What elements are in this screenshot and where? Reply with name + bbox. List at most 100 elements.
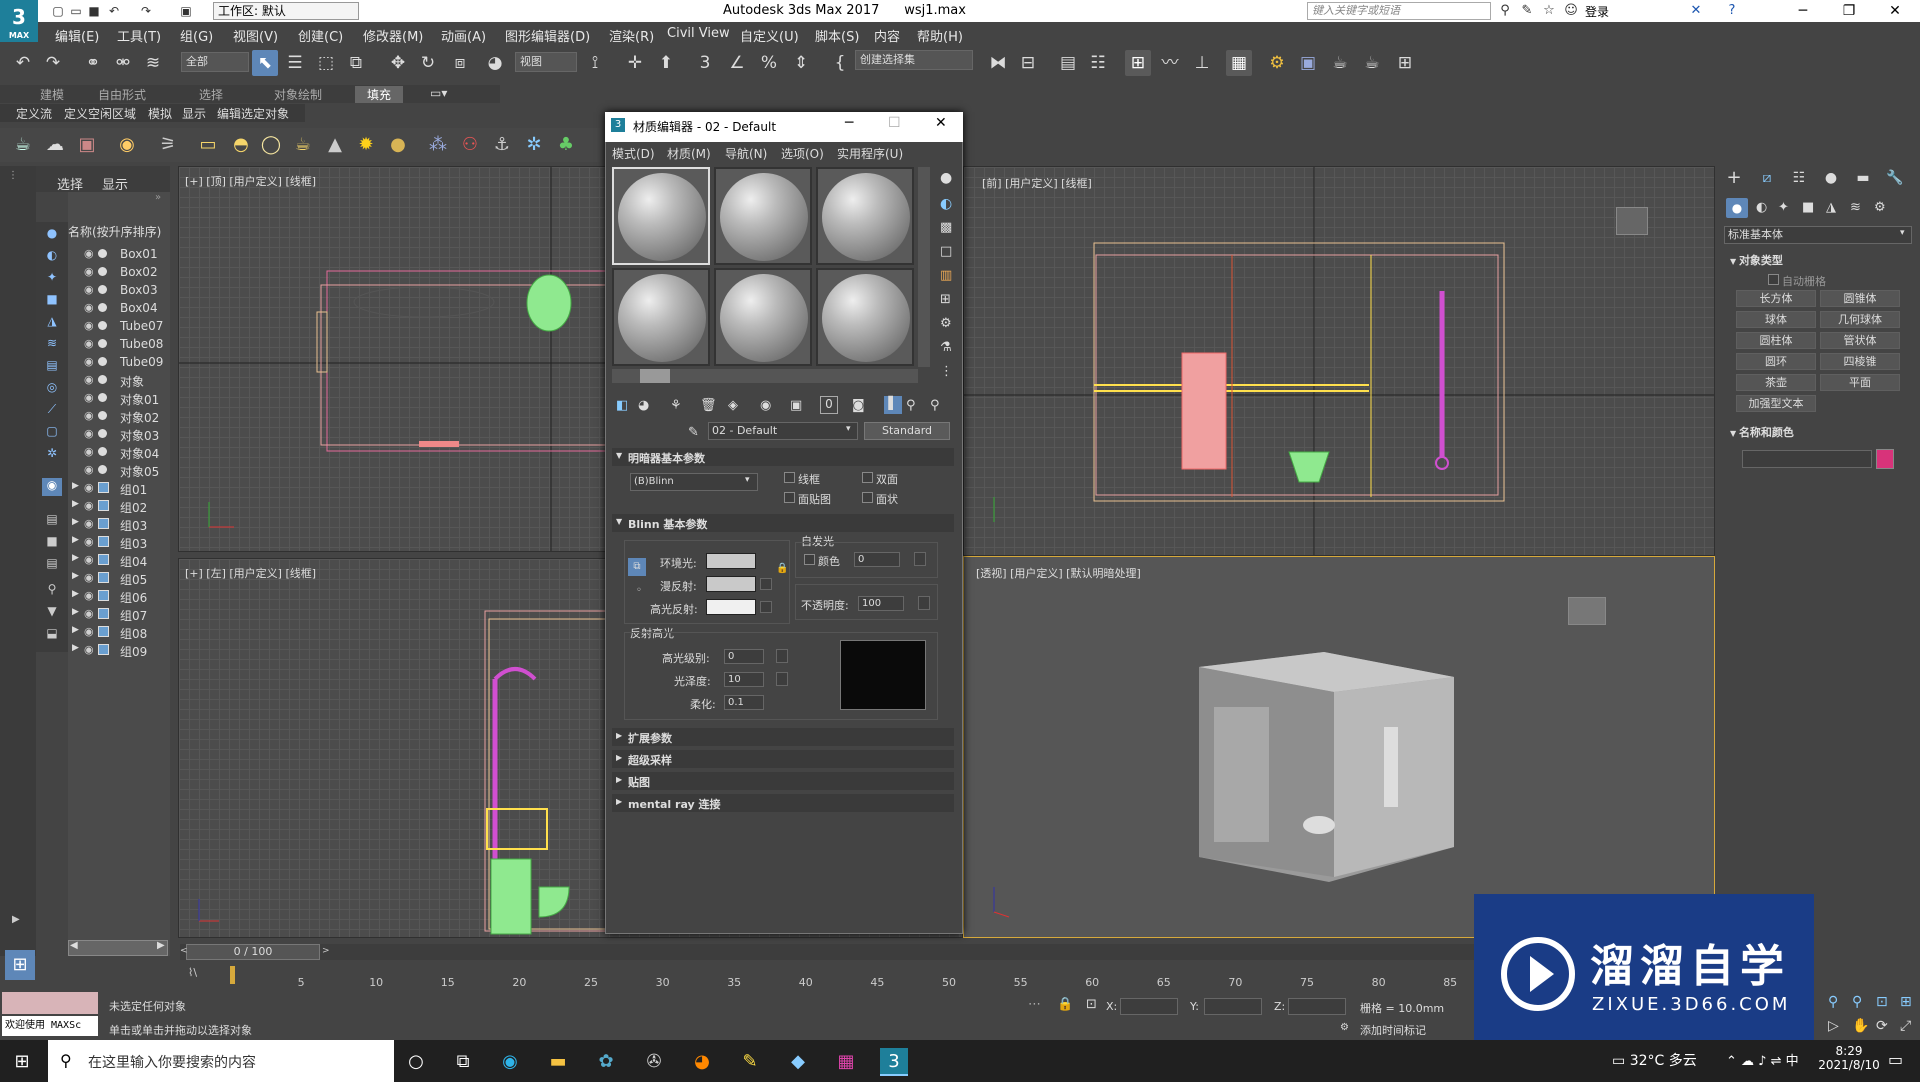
expand-arrow-icon[interactable]: ▶ [72, 553, 79, 563]
app-icon[interactable]: ✿ [592, 1048, 620, 1076]
expand-arrow-icon[interactable]: ▶ [72, 643, 79, 653]
selection-filter[interactable]: 全部 [181, 52, 249, 72]
scene-group-row[interactable]: ▶ ◉ 组03 [68, 533, 170, 551]
opacity-value[interactable]: 100 [858, 596, 904, 611]
zoom-extents-icon[interactable]: ⊡ [1876, 994, 1888, 1010]
create-primitive-button[interactable]: 圆柱体 [1736, 332, 1816, 349]
spec-level-map-button[interactable] [776, 649, 788, 663]
category-select[interactable]: 标准基本体 [1724, 226, 1912, 244]
create-primitive-button[interactable]: 几何球体 [1820, 311, 1900, 328]
visibility-eye-icon[interactable]: ◉ [84, 571, 94, 584]
image-icon[interactable]: ▣ [74, 132, 100, 158]
star-icon[interactable]: ☆ [1540, 3, 1558, 19]
hierarchy-tab-icon[interactable]: ☷ [1787, 166, 1811, 190]
maximize-button[interactable]: ❐ [1826, 0, 1872, 22]
percent-snap-icon[interactable]: % [756, 50, 782, 76]
render-iterative-icon[interactable]: ☕ [1359, 50, 1385, 76]
app-logo[interactable]: 3 MAX [0, 0, 38, 42]
helpers-icon[interactable]: ◮ [1826, 200, 1836, 215]
tab-modeling[interactable]: 建模 [40, 86, 64, 103]
viewcube-perspective[interactable] [1568, 597, 1606, 625]
render-frame-icon[interactable]: ▣ [1295, 50, 1321, 76]
track-bar[interactable] [180, 964, 1695, 988]
self-illum-map-button[interactable] [914, 552, 926, 566]
expand-arrow-icon[interactable]: ▶ [72, 625, 79, 635]
minimize-button[interactable]: ─ [1780, 0, 1826, 22]
supersampling-rollout[interactable]: ▶ 超级采样 [612, 750, 954, 768]
pan-icon[interactable]: ✋ [1852, 1018, 1869, 1034]
get-material-icon[interactable]: ◧ [616, 398, 628, 413]
teapot-prim-icon[interactable]: ☕ [290, 132, 316, 158]
menu-script[interactable]: 脚本(S) [815, 26, 859, 45]
redo-icon[interactable]: ↷ [40, 50, 66, 76]
display-button[interactable]: 显示 [182, 105, 206, 122]
zoom-icon[interactable]: ⚲ [1828, 994, 1838, 1010]
menu-help[interactable]: 帮助(H) [917, 26, 963, 45]
scene-object-row[interactable]: ◉ Tube08 [68, 335, 170, 353]
slots-hscroll-thumb[interactable] [640, 369, 670, 383]
expand-arrow-icon[interactable]: ▶ [72, 535, 79, 545]
diffuse-swatch[interactable] [706, 576, 756, 592]
material-id-icon[interactable]: ▣ [790, 398, 802, 413]
me-minimize-button[interactable]: ─ [845, 115, 853, 131]
maxscript-mini-listener[interactable]: 欢迎使用 MAXSc [2, 1016, 98, 1036]
curve-editor-mini-icon[interactable]: ⌇\ [188, 966, 197, 979]
diffuse-map-button[interactable] [760, 578, 772, 590]
move-icon[interactable]: ✥ [385, 50, 411, 76]
modify-tab-icon[interactable]: ⧄ [1755, 166, 1779, 190]
scene-object-row[interactable]: ◉ 对象03 [68, 425, 170, 443]
exchange-icon[interactable]: ✕ [1687, 3, 1705, 19]
shader-rollout-header[interactable]: ▼ 明暗器基本参数 [612, 448, 954, 466]
visibility-eye-icon[interactable]: ◉ [84, 391, 94, 404]
display-cameras-icon[interactable]: ■ [42, 292, 62, 310]
visibility-eye-icon[interactable]: ◉ [84, 517, 94, 530]
maxscript-listener-top[interactable] [2, 992, 98, 1014]
filter-icon[interactable]: ▼ [42, 604, 62, 622]
material-slot[interactable] [714, 167, 812, 265]
expand-arrow-icon[interactable]: ▶ [72, 589, 79, 599]
pick-material-icon[interactable]: ✎ [688, 425, 699, 440]
background-icon[interactable]: ▩ [940, 220, 952, 235]
expand-arrow-icon[interactable]: ▶ [72, 517, 79, 527]
create-primitive-button[interactable]: 四棱锥 [1820, 353, 1900, 370]
visibility-eye-icon[interactable]: ◉ [84, 265, 94, 278]
autogrid-checkbox[interactable] [1768, 274, 1779, 285]
opacity-map-button[interactable] [918, 596, 930, 610]
systems-icon[interactable]: ⚙ [1874, 200, 1886, 215]
cameras-icon[interactable]: ■ [1802, 200, 1814, 215]
app-icon[interactable]: ▦ [832, 1048, 860, 1076]
layer-manager-icon[interactable]: ▤ [1055, 50, 1081, 76]
taskbar-search[interactable]: ⚲ 在这里输入你要搜索的内容 [48, 1040, 394, 1082]
absolute-mode-icon[interactable]: ⊡ [1086, 997, 1097, 1012]
reset-map-icon[interactable]: 🗑 [700, 398, 717, 413]
scene-object-row[interactable]: ◉ Box04 [68, 299, 170, 317]
material-editor-titlebar[interactable]: 3 材质编辑器 - 02 - Default ─ ☐ ✕ [605, 112, 963, 142]
scroll-left-icon[interactable]: ◀ [70, 940, 78, 951]
face-map-checkbox[interactable] [784, 492, 795, 503]
display-none-icon[interactable]: ▤ [42, 512, 62, 530]
material-name-field[interactable]: 02 - Default [708, 422, 858, 440]
glossiness-map-button[interactable] [776, 672, 788, 686]
y-coord-field[interactable] [1204, 998, 1262, 1015]
display-tab-icon[interactable]: ▬ [1851, 166, 1875, 190]
me-maximize-button[interactable]: ☐ [888, 115, 901, 131]
curve-editor-icon[interactable]: 〰 [1157, 50, 1183, 76]
ribbon-options-icon[interactable]: ▭▾ [430, 86, 447, 100]
visibility-eye-icon[interactable]: ◉ [84, 301, 94, 314]
time-slider[interactable] [180, 944, 1695, 960]
app-icon[interactable]: ✇ [640, 1048, 668, 1076]
scroll-right-icon[interactable]: ▶ [157, 940, 165, 951]
video-color-icon[interactable]: ▥ [940, 268, 952, 283]
save-icon[interactable]: ■ [86, 3, 102, 19]
expand-arrow-icon[interactable]: ▶ [72, 481, 79, 491]
show-end-result-icon[interactable]: ▌ [884, 396, 902, 414]
material-slot[interactable] [612, 167, 710, 265]
scene-object-row[interactable]: ◉ Box02 [68, 263, 170, 281]
tab-object-paint[interactable]: 对象绘制 [274, 86, 322, 103]
menu-create[interactable]: 创建(C) [298, 26, 343, 45]
slots-vscroll[interactable] [918, 167, 930, 367]
material-type-button[interactable]: Standard [864, 422, 950, 440]
tab-select[interactable]: 选择 [57, 174, 83, 193]
time-tag-icon[interactable]: ⚙ [1340, 1022, 1349, 1033]
visibility-eye-icon[interactable]: ◉ [84, 247, 94, 260]
